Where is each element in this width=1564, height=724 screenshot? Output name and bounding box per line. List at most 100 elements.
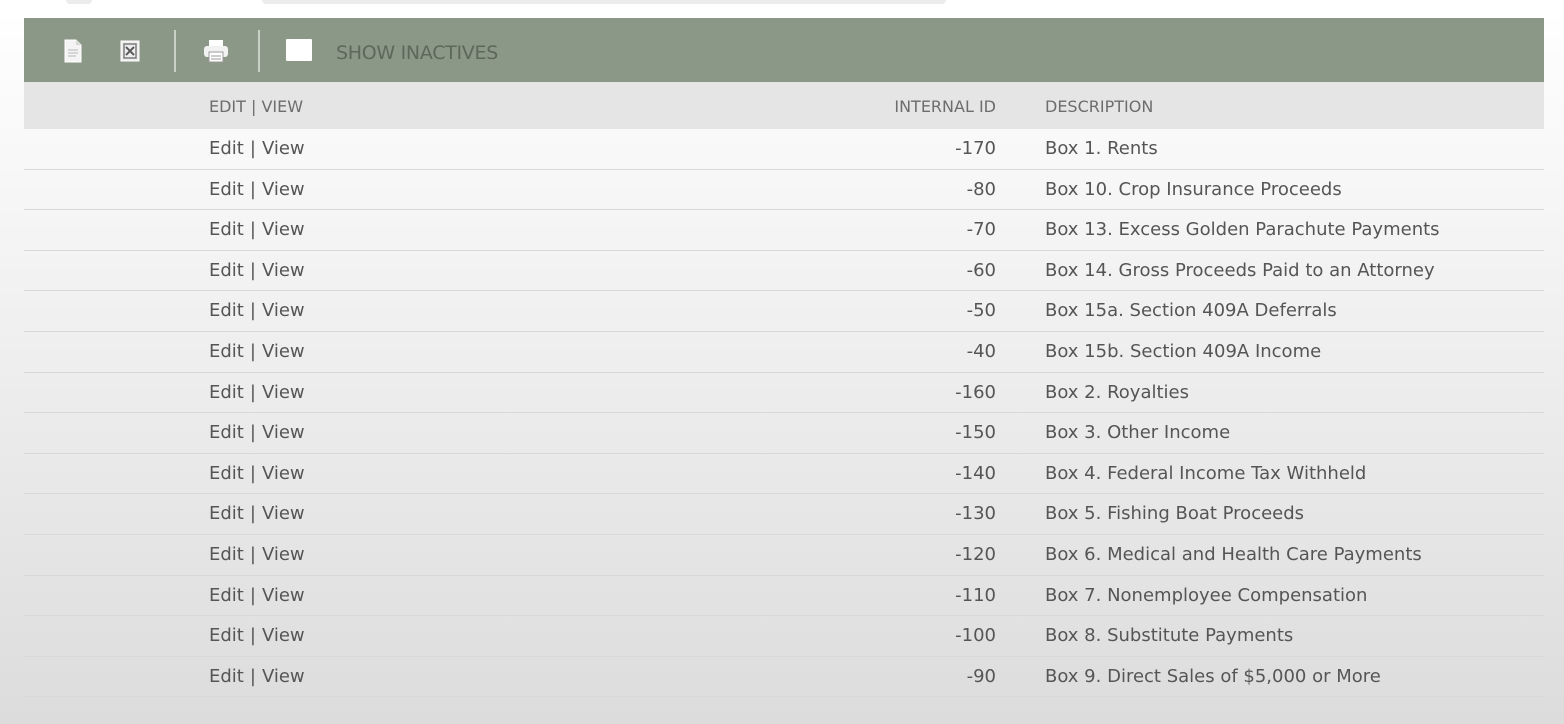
internal-id-cell: -140	[955, 462, 996, 484]
edit-link[interactable]: Edit	[209, 179, 244, 200]
edit-view-links: Edit | View	[209, 535, 305, 575]
edit-view-links: Edit | View	[209, 210, 305, 250]
table-header: EDIT | VIEW INTERNAL ID DESCRIPTION	[24, 82, 1544, 129]
edit-view-links: Edit | View	[209, 251, 305, 291]
edit-link[interactable]: Edit	[209, 341, 244, 362]
table-row: Edit | View -140 Box 4. Federal Income Tax W…	[24, 454, 1544, 495]
internal-id-cell: -80	[966, 178, 996, 200]
link-separator: |	[249, 543, 256, 565]
print-icon[interactable]	[202, 39, 230, 63]
edit-link[interactable]: Edit	[209, 585, 244, 606]
description-cell: Box 3. Other Income	[1045, 422, 1231, 444]
edit-view-links: Edit | View	[209, 454, 305, 494]
show-inactives-label[interactable]: SHOW INACTIVES	[336, 18, 498, 82]
view-link[interactable]: View	[262, 179, 305, 200]
internal-id-cell: -50	[966, 300, 996, 322]
link-separator: |	[249, 340, 256, 362]
table-body: Edit | View -170 Box 1. Rents Edit | View -80 Box…	[24, 129, 1544, 698]
edit-view-links: Edit | View	[209, 576, 305, 616]
new-document-icon[interactable]	[62, 39, 84, 63]
internal-id-cell: -100	[955, 625, 996, 647]
link-separator: |	[249, 462, 256, 484]
edit-link[interactable]: Edit	[209, 260, 244, 281]
edit-view-links: Edit | View	[209, 129, 305, 169]
table-row: Edit | View -110 Box 7. Nonemployee Compensa…	[24, 576, 1544, 617]
internal-id-cell: -60	[966, 259, 996, 281]
description-cell: Box 8. Substitute Payments	[1045, 625, 1294, 647]
edit-view-links: Edit | View	[209, 616, 305, 656]
description-cell: Box 10. Crop Insurance Proceeds	[1045, 178, 1342, 200]
view-link[interactable]: View	[262, 585, 305, 606]
table-row: Edit | View -90 Box 9. Direct Sales of $5,00…	[24, 657, 1544, 698]
internal-id-cell: -120	[955, 543, 996, 565]
tab-ghost	[262, 0, 946, 4]
table-row: Edit | View -130 Box 5. Fishing Boat Proceed…	[24, 494, 1544, 535]
view-link[interactable]: View	[262, 138, 305, 159]
header-description[interactable]: DESCRIPTION	[1045, 82, 1153, 132]
description-cell: Box 15a. Section 409A Deferrals	[1045, 300, 1337, 322]
edit-link[interactable]: Edit	[209, 138, 244, 159]
link-separator: |	[249, 138, 256, 159]
view-link[interactable]: View	[262, 422, 305, 443]
description-cell: Box 5. Fishing Boat Proceeds	[1045, 503, 1305, 525]
link-separator: |	[249, 300, 256, 322]
link-separator: |	[249, 219, 256, 241]
description-cell: Box 15b. Section 409A Income	[1045, 340, 1322, 362]
view-link[interactable]: View	[262, 260, 305, 281]
show-inactives-checkbox[interactable]	[286, 39, 312, 61]
view-link[interactable]: View	[262, 300, 305, 321]
view-link[interactable]: View	[262, 341, 305, 362]
table-row: Edit | View -60 Box 14. Gross Proceeds Paid …	[24, 251, 1544, 292]
toolbar-separator	[174, 30, 176, 72]
table-row: Edit | View -160 Box 2. Royalties	[24, 373, 1544, 414]
edit-link[interactable]: Edit	[209, 544, 244, 565]
table-row: Edit | View -70 Box 13. Excess Golden Parach…	[24, 210, 1544, 251]
edit-link[interactable]: Edit	[209, 625, 244, 646]
description-cell: Box 6. Medical and Health Care Payments	[1045, 543, 1422, 565]
table-row: Edit | View -100 Box 8. Substitute Payments	[24, 616, 1544, 657]
edit-view-links: Edit | View	[209, 373, 305, 413]
view-link[interactable]: View	[262, 219, 305, 240]
view-link[interactable]: View	[262, 625, 305, 646]
description-cell: Box 9. Direct Sales of $5,000 or More	[1045, 665, 1381, 687]
header-edit-view: EDIT | VIEW	[209, 97, 304, 116]
view-link[interactable]: View	[262, 503, 305, 524]
edit-link[interactable]: Edit	[209, 219, 244, 240]
edit-view-links: Edit | View	[209, 657, 305, 697]
internal-id-cell: -110	[955, 584, 996, 606]
link-separator: |	[249, 422, 256, 444]
edit-link[interactable]: Edit	[209, 463, 244, 484]
link-separator: |	[249, 259, 256, 281]
header-internal-id[interactable]: INTERNAL ID	[894, 82, 996, 132]
view-link[interactable]: View	[262, 666, 305, 687]
view-link[interactable]: View	[262, 463, 305, 484]
toolbar-separator	[258, 30, 260, 72]
description-cell: Box 2. Royalties	[1045, 381, 1189, 403]
description-cell: Box 1. Rents	[1045, 138, 1158, 159]
export-icon[interactable]	[119, 39, 141, 63]
edit-view-links: Edit | View	[209, 494, 305, 534]
edit-link[interactable]: Edit	[209, 382, 244, 403]
tab-ghost	[66, 0, 92, 4]
edit-link[interactable]: Edit	[209, 422, 244, 443]
table-row: Edit | View -120 Box 6. Medical and Health C…	[24, 535, 1544, 576]
internal-id-cell: -160	[955, 381, 996, 403]
link-separator: |	[249, 665, 256, 687]
link-separator: |	[249, 381, 256, 403]
edit-link[interactable]: Edit	[209, 503, 244, 524]
table-row: Edit | View -50 Box 15a. Section 409A Deferr…	[24, 291, 1544, 332]
top-strip	[0, 0, 1564, 18]
table-row: Edit | View -150 Box 3. Other Income	[24, 413, 1544, 454]
edit-link[interactable]: Edit	[209, 666, 244, 687]
edit-link[interactable]: Edit	[209, 300, 244, 321]
internal-id-cell: -170	[955, 138, 996, 159]
description-cell: Box 4. Federal Income Tax Withheld	[1045, 462, 1367, 484]
internal-id-cell: -130	[955, 503, 996, 525]
view-link[interactable]: View	[262, 544, 305, 565]
view-link[interactable]: View	[262, 382, 305, 403]
list-panel: SHOW INACTIVES EDIT | VIEW INTERNAL ID D…	[24, 18, 1544, 724]
link-separator: |	[249, 584, 256, 606]
internal-id-cell: -90	[966, 665, 996, 687]
edit-view-links: Edit | View	[209, 291, 305, 331]
edit-view-links: Edit | View	[209, 413, 305, 453]
